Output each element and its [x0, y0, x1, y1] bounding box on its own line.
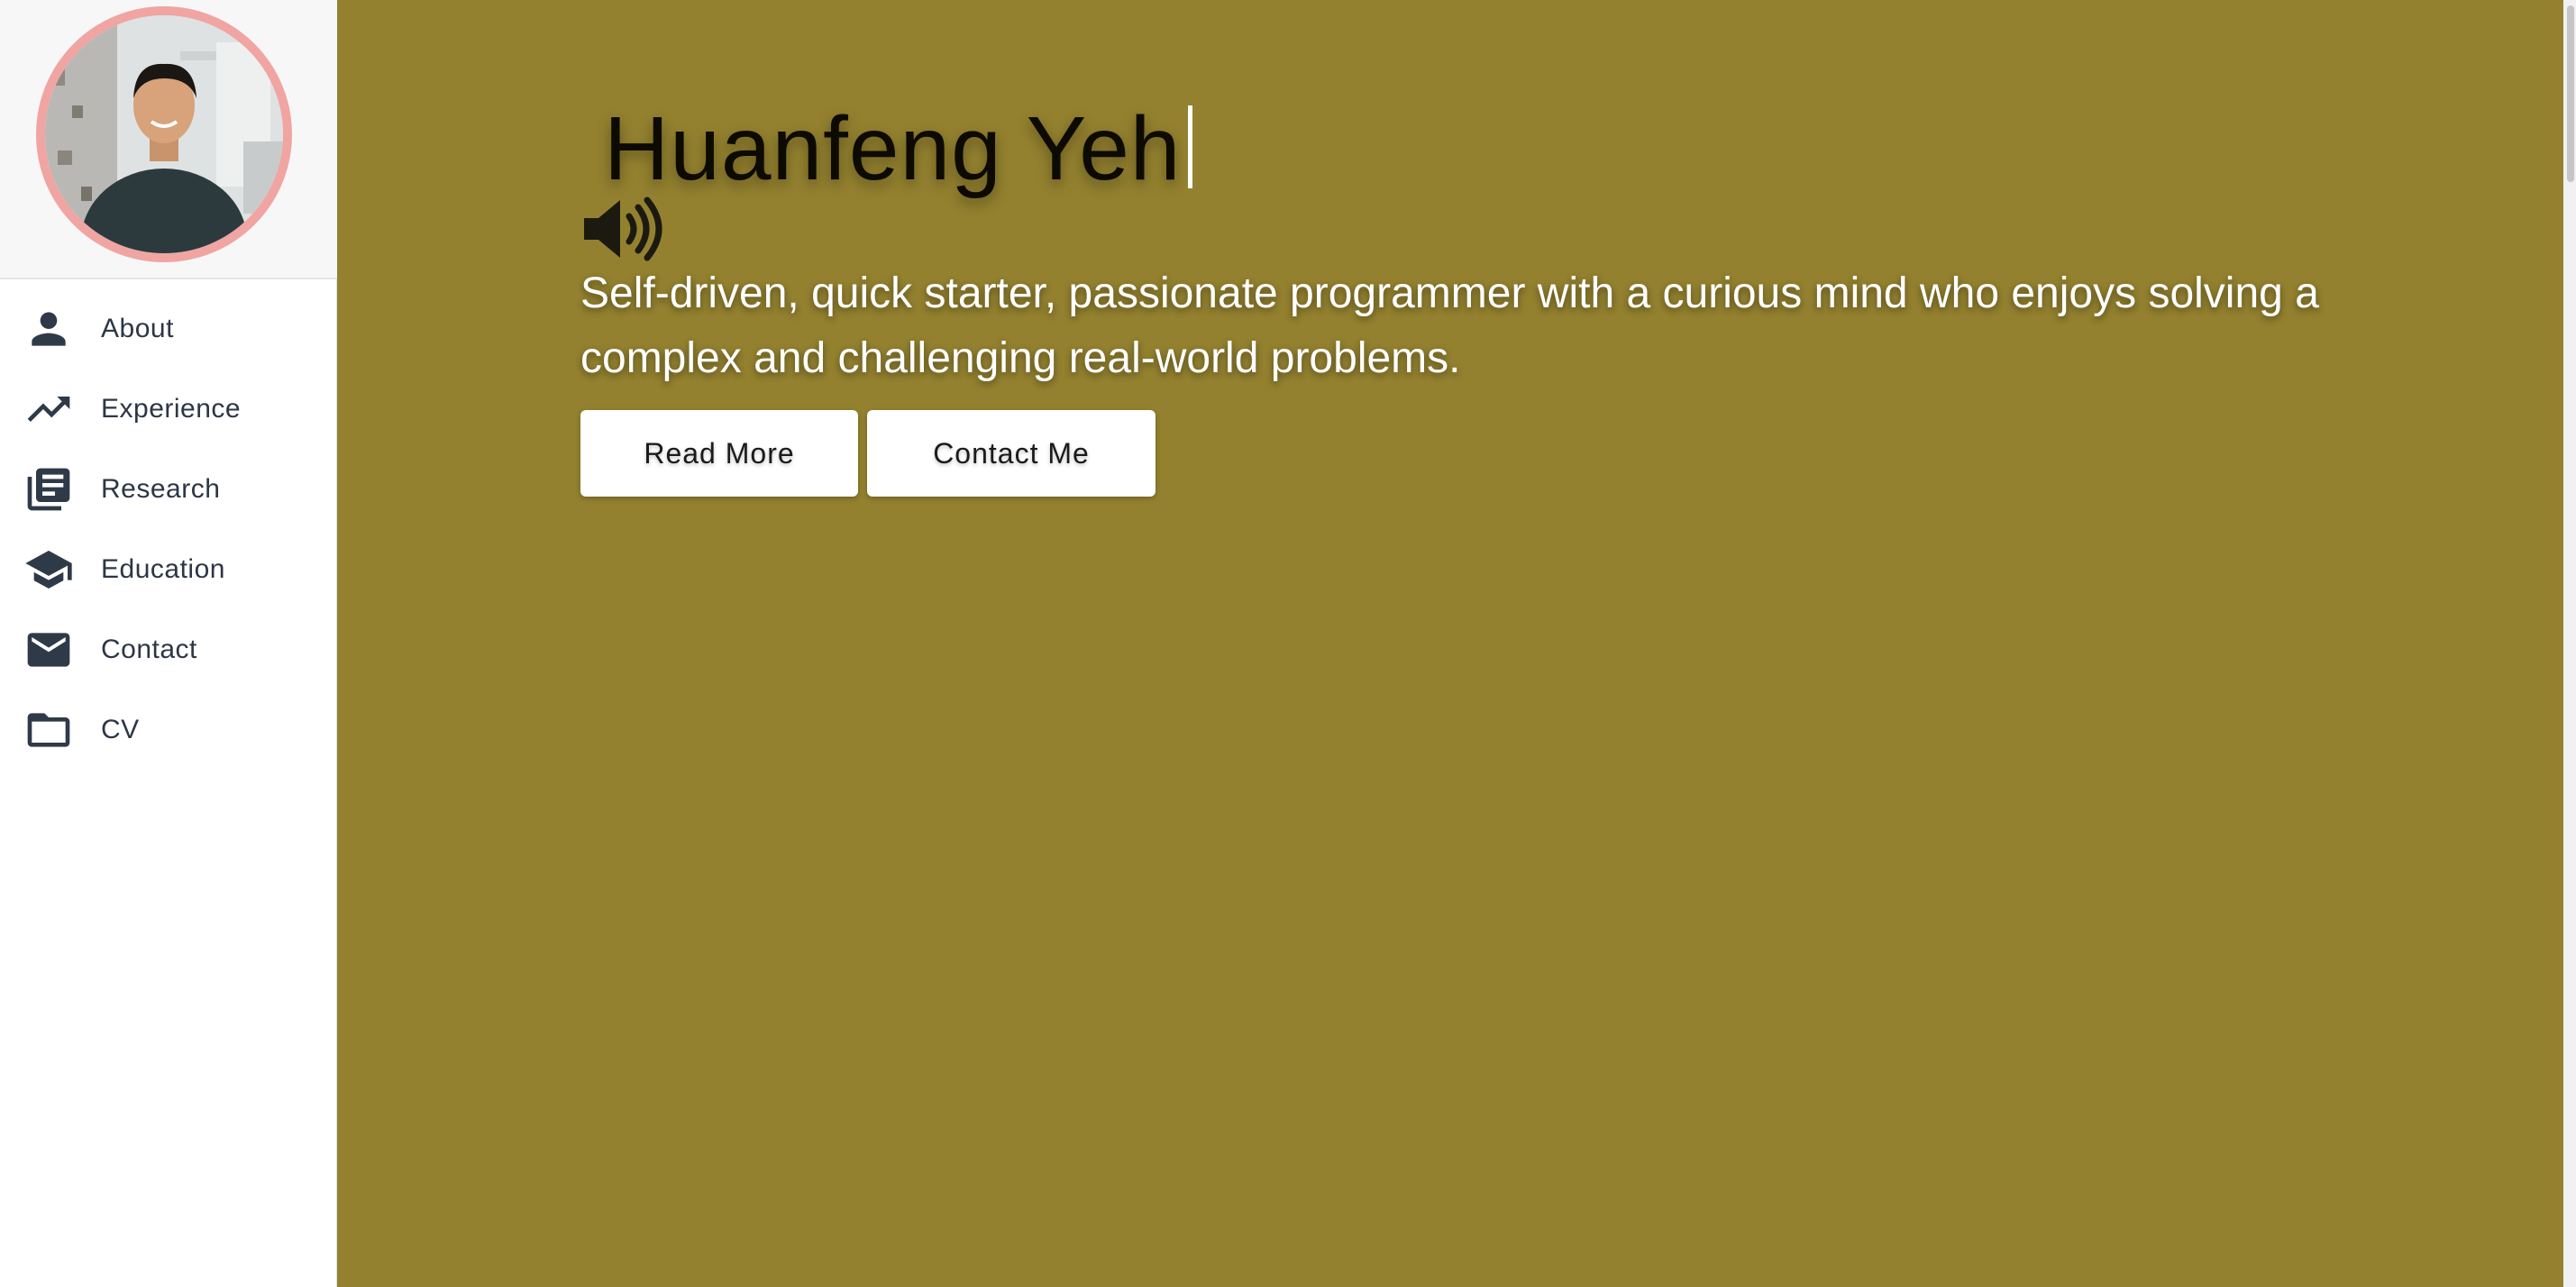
volume-up-icon[interactable]: [580, 196, 667, 261]
scrollbar-thumb[interactable]: [2567, 5, 2574, 182]
contact-me-button[interactable]: Contact Me: [867, 410, 1156, 497]
library-books-icon: [23, 464, 74, 515]
folder-icon: [23, 705, 74, 755]
sidebar-nav: About Experience Research Education Cont…: [0, 288, 336, 770]
sidebar-item-label: Education: [101, 553, 225, 584]
page-scrollbar[interactable]: [2563, 0, 2576, 1287]
sidebar-item-label: CV: [101, 714, 140, 744]
hero-title-text: Huanfeng Yeh: [604, 98, 1182, 199]
sidebar-item-cv[interactable]: CV: [0, 689, 336, 770]
profile-photo: [45, 15, 283, 253]
sidebar: About Experience Research Education Cont…: [0, 0, 337, 1287]
sidebar-item-label: Research: [101, 473, 221, 504]
sidebar-item-label: Contact: [101, 634, 197, 664]
sidebar-item-research[interactable]: Research: [0, 449, 336, 529]
mail-icon: [23, 625, 74, 675]
sidebar-item-contact[interactable]: Contact: [0, 609, 336, 689]
school-icon: [23, 544, 74, 595]
sidebar-item-experience[interactable]: Experience: [0, 369, 336, 449]
sidebar-item-education[interactable]: Education: [0, 529, 336, 609]
hero-section: Huanfeng Yeh Self-driven, quick starter,…: [337, 0, 2576, 1287]
typing-caret: [1188, 105, 1193, 188]
profile-header: [0, 0, 337, 279]
sidebar-item-about[interactable]: About: [0, 288, 336, 369]
person-icon: [23, 304, 74, 354]
sidebar-item-label: About: [101, 313, 174, 343]
sidebar-item-label: Experience: [101, 393, 242, 424]
trending-up-icon: [23, 384, 74, 434]
hero-tagline: Self-driven, quick starter, passionate p…: [580, 269, 2319, 382]
avatar[interactable]: [36, 6, 292, 262]
read-more-button[interactable]: Read More: [580, 410, 858, 497]
hero-title: Huanfeng Yeh: [604, 97, 1193, 201]
